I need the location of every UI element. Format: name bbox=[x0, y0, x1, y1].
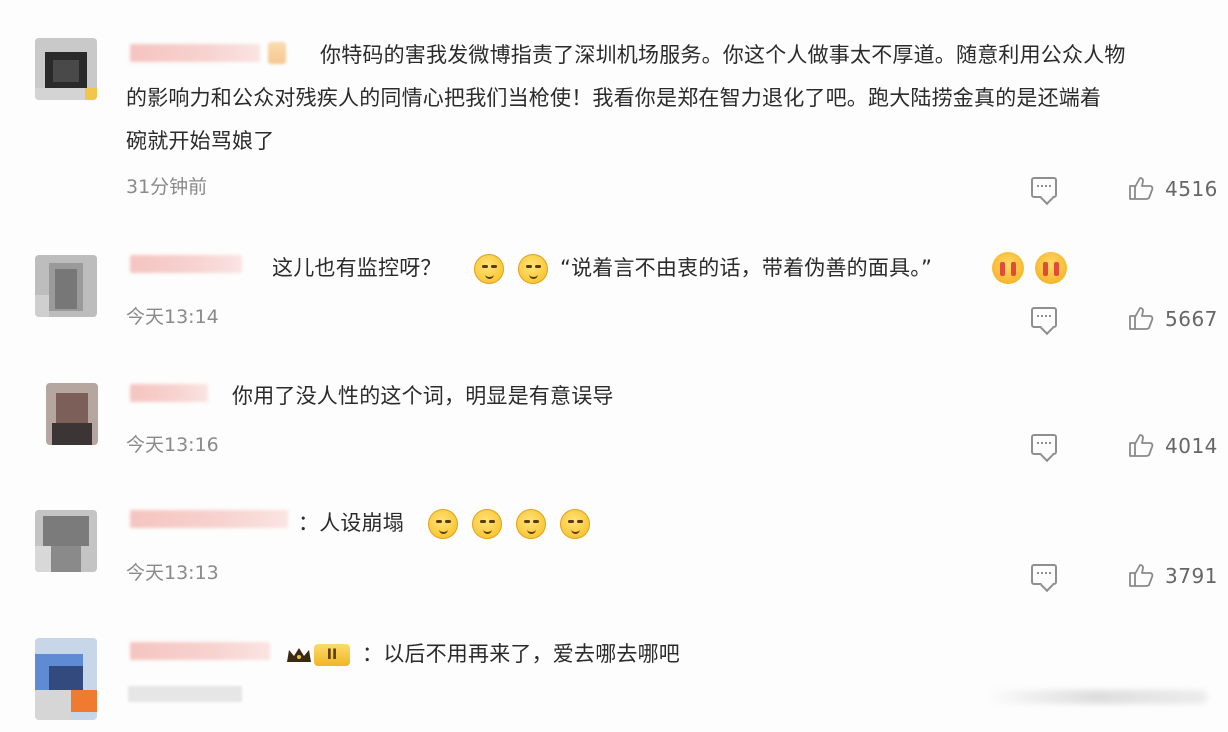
comment-time: 今天13:13 bbox=[126, 562, 219, 584]
comment-item: II ：以后不用再来了，爱去哪去哪吧 bbox=[0, 620, 1228, 732]
comment-item: 这儿也有监控呀？ “说着言不由衷的话，带着伪善的面具。” 今天13:14 566… bbox=[0, 230, 1228, 360]
like-count: 4014 bbox=[1165, 434, 1218, 458]
thumbs-up-icon[interactable] bbox=[1128, 562, 1154, 588]
watermark bbox=[985, 690, 1207, 704]
thumbs-up-icon[interactable] bbox=[1128, 432, 1154, 458]
comment-text: 这儿也有监控呀？ bbox=[272, 256, 442, 280]
avatar[interactable] bbox=[46, 383, 98, 445]
comment-time: 今天13:14 bbox=[126, 306, 219, 328]
username[interactable] bbox=[130, 44, 260, 62]
crown-icon bbox=[287, 648, 311, 662]
avatar[interactable] bbox=[35, 38, 97, 100]
like-count: 3791 bbox=[1165, 564, 1218, 588]
comment-time: 31分钟前 bbox=[126, 176, 208, 198]
comment-text-line: 的影响力和公众对残疾人的同情心把我们当枪使！我看你是郑在智力退化了吧。跑大陆捞金… bbox=[126, 86, 1102, 110]
comment-text: ：以后不用再来了，爱去哪去哪吧 bbox=[362, 642, 680, 666]
like-count: 5667 bbox=[1165, 307, 1218, 331]
like-count: 4516 bbox=[1165, 177, 1218, 201]
comment-icon[interactable] bbox=[1031, 564, 1057, 585]
username[interactable] bbox=[130, 510, 288, 528]
avatar[interactable] bbox=[35, 638, 97, 720]
doge-emoji bbox=[516, 509, 546, 539]
user-tag bbox=[268, 42, 286, 64]
comment-time bbox=[128, 686, 242, 702]
username[interactable] bbox=[130, 384, 208, 402]
comment-list: 你特码的害我发微博指责了深圳机场服务。你这个人做事太不厚道。随意利用公众人物 的… bbox=[0, 0, 1228, 732]
comment-item: 你用了没人性的这个词，明显是有意误导 今天13:16 4014 bbox=[0, 360, 1228, 490]
doge-emoji bbox=[560, 509, 590, 539]
crying-emoji bbox=[992, 252, 1024, 284]
comment-time: 今天13:16 bbox=[126, 434, 219, 456]
comment-text-line: 你特码的害我发微博指责了深圳机场服务。你这个人做事太不厚道。随意利用公众人物 bbox=[320, 43, 1126, 67]
doge-emoji bbox=[518, 254, 548, 284]
comment-text: “说着言不由衷的话，带着伪善的面具。” bbox=[560, 256, 933, 280]
crying-emoji bbox=[1035, 252, 1067, 284]
avatar[interactable] bbox=[35, 510, 97, 572]
comment-item: ：人设崩塌 今天13:13 3791 bbox=[0, 490, 1228, 620]
comment-icon[interactable] bbox=[1031, 307, 1057, 328]
thumbs-up-icon[interactable] bbox=[1128, 305, 1154, 331]
comment-text: ：人设崩塌 bbox=[298, 511, 404, 535]
avatar[interactable] bbox=[35, 255, 97, 317]
doge-emoji bbox=[472, 509, 502, 539]
comment-text: 你用了没人性的这个词，明显是有意误导 bbox=[232, 384, 614, 408]
vip-badge: II bbox=[314, 644, 350, 666]
doge-emoji bbox=[428, 509, 458, 539]
username[interactable] bbox=[130, 255, 242, 273]
comment-icon[interactable] bbox=[1031, 434, 1057, 455]
comment-icon[interactable] bbox=[1031, 177, 1057, 198]
thumbs-up-icon[interactable] bbox=[1128, 175, 1154, 201]
doge-emoji bbox=[474, 254, 504, 284]
comment-text-line: 碗就开始骂娘了 bbox=[126, 129, 275, 153]
comment-item: 你特码的害我发微博指责了深圳机场服务。你这个人做事太不厚道。随意利用公众人物 的… bbox=[0, 0, 1228, 230]
username[interactable] bbox=[130, 642, 270, 660]
